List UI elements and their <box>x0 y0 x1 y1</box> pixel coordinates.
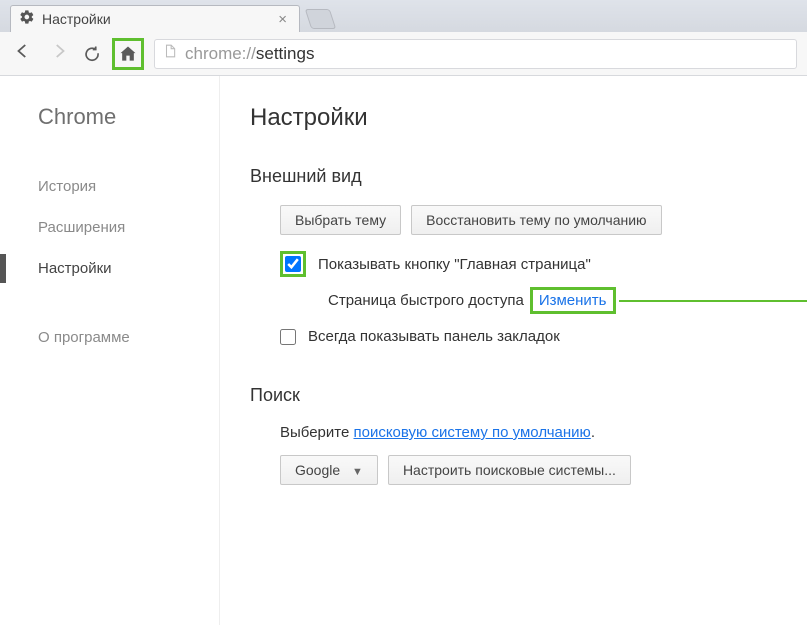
sidebar: Chrome История Расширения Настройки О пр… <box>0 76 220 625</box>
tab-title: Настройки <box>42 11 274 27</box>
choose-theme-button[interactable]: Выбрать тему <box>280 205 401 235</box>
toolbar: chrome://settings <box>0 32 807 76</box>
home-button[interactable] <box>112 38 144 70</box>
sidebar-brand: Chrome <box>0 104 219 130</box>
show-bookmarks-label: Всегда показывать панель закладок <box>308 328 560 345</box>
page-icon <box>163 43 177 64</box>
address-bar[interactable]: chrome://settings <box>154 39 797 69</box>
change-link[interactable]: Изменить <box>539 292 607 309</box>
quick-access-label: Страница быстрого доступа <box>328 292 524 309</box>
section-search: Поиск Выберите поисковую систему по умол… <box>250 385 807 485</box>
home-icon <box>118 44 138 64</box>
quick-access-row: Страница быстрого доступа Изменить <box>250 287 807 314</box>
chevron-down-icon: ▼ <box>352 466 363 478</box>
url-protocol: chrome:// <box>185 44 256 64</box>
section-heading-search: Поиск <box>250 385 807 406</box>
new-tab-button[interactable] <box>305 9 336 29</box>
search-description: Выберите поисковую систему по умолчанию. <box>250 424 807 441</box>
sidebar-item-settings[interactable]: Настройки <box>0 248 219 289</box>
sidebar-item-extensions[interactable]: Расширения <box>0 207 219 248</box>
gear-icon <box>19 9 35 30</box>
back-button[interactable] <box>10 38 36 70</box>
sidebar-item-history[interactable]: История <box>0 166 219 207</box>
section-appearance: Внешний вид Выбрать тему Восстановить те… <box>250 166 807 345</box>
show-home-checkbox-highlight <box>280 251 306 277</box>
show-bookmarks-checkbox[interactable] <box>280 329 296 345</box>
default-search-link[interactable]: поисковую систему по умолчанию <box>353 424 590 441</box>
show-bookmarks-row: Всегда показывать панель закладок <box>250 328 807 345</box>
url-path: settings <box>256 44 315 64</box>
show-home-button-row: Показывать кнопку "Главная страница" <box>250 251 807 277</box>
sidebar-item-about[interactable]: О программе <box>0 317 219 358</box>
forward-button[interactable] <box>46 38 72 70</box>
restore-theme-button[interactable]: Восстановить тему по умолчанию <box>411 205 661 235</box>
section-heading-appearance: Внешний вид <box>250 166 807 187</box>
change-link-highlight: Изменить <box>530 287 616 314</box>
browser-tab[interactable]: Настройки × <box>10 5 300 32</box>
tab-bar: Настройки × <box>0 0 807 32</box>
show-home-label: Показывать кнопку "Главная страница" <box>318 256 591 273</box>
annotation-line <box>619 300 807 302</box>
search-engine-dropdown[interactable]: Google ▼ <box>280 455 378 485</box>
reload-button[interactable] <box>82 44 102 64</box>
close-tab-icon[interactable]: × <box>274 11 291 28</box>
show-home-checkbox[interactable] <box>285 256 301 272</box>
main-panel: Настройки Внешний вид Выбрать тему Восст… <box>220 76 807 625</box>
content: Chrome История Расширения Настройки О пр… <box>0 76 807 625</box>
configure-engines-button[interactable]: Настроить поисковые системы... <box>388 455 631 485</box>
page-title: Настройки <box>250 104 807 132</box>
